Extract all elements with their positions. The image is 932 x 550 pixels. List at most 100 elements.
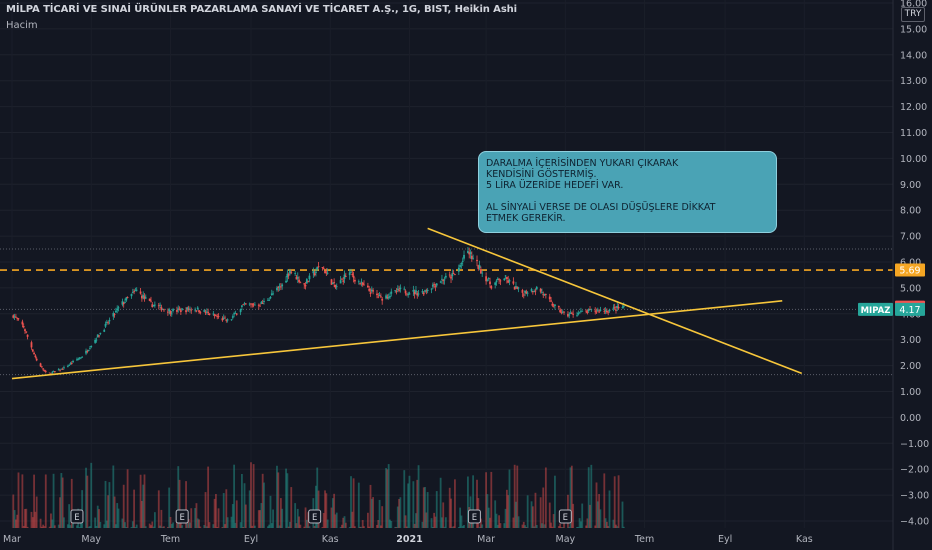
- candle-body: [169, 311, 172, 314]
- currency-badge[interactable]: TRY: [901, 7, 925, 22]
- volume-bar: [133, 489, 135, 528]
- candle-body: [342, 280, 345, 282]
- volume-bar: [426, 492, 429, 528]
- earnings-marker[interactable]: E: [558, 509, 572, 524]
- candle-body: [195, 310, 198, 312]
- candle-body: [417, 293, 420, 295]
- earnings-marker[interactable]: E: [70, 509, 84, 524]
- candle-body: [17, 318, 20, 320]
- candle-body: [350, 271, 352, 273]
- candle-body: [190, 309, 193, 311]
- candle-body: [460, 263, 463, 265]
- candle-body: [444, 275, 447, 278]
- candle-body: [572, 313, 575, 315]
- volume-bar: [344, 522, 347, 528]
- candle-body: [308, 275, 311, 280]
- candle-body: [461, 260, 464, 262]
- volume-bar: [404, 515, 407, 528]
- y-tick-label: 3.00: [900, 335, 921, 346]
- candle-body: [24, 329, 26, 332]
- earnings-marker[interactable]: E: [308, 509, 322, 524]
- volume-bar: [608, 490, 611, 528]
- earnings-marker[interactable]: E: [467, 509, 481, 524]
- candle-body: [387, 297, 390, 299]
- candle-body: [251, 303, 254, 305]
- candle-body: [454, 274, 456, 275]
- volume-bar: [272, 509, 274, 528]
- candle-body: [478, 265, 481, 268]
- candle-body: [16, 317, 19, 319]
- annotation-callout[interactable]: DARALMA İÇERİSİNDEN YUKARI ÇIKARAK KENDİ…: [478, 151, 777, 233]
- candle-body: [51, 372, 54, 374]
- candle-body: [354, 279, 356, 282]
- candle-body: [481, 272, 484, 274]
- volume-bar: [126, 469, 129, 528]
- candle-body: [90, 345, 93, 348]
- y-tick-label: 12.00: [900, 102, 927, 113]
- candle-body: [104, 323, 107, 327]
- candle-body: [87, 349, 90, 352]
- candle-body: [522, 294, 525, 296]
- candle-body: [133, 291, 135, 293]
- volume-bar: [352, 478, 355, 528]
- volume-bar: [122, 484, 125, 528]
- candle-body: [208, 313, 211, 316]
- candle-body: [25, 331, 28, 333]
- candle-body: [244, 303, 247, 305]
- candle-body: [53, 371, 56, 372]
- candle-body: [322, 268, 325, 270]
- volume-bar: [366, 512, 369, 528]
- candle-body: [61, 369, 64, 370]
- volume-bar: [454, 479, 456, 528]
- candle-body: [113, 314, 116, 316]
- candle-body: [568, 314, 571, 316]
- candle-body: [363, 284, 365, 286]
- y-tick-label: −1.00: [900, 439, 929, 450]
- candle-body: [298, 279, 300, 283]
- volume-bar: [481, 524, 484, 528]
- volume-bar: [208, 522, 211, 528]
- y-tick-label: 2.00: [900, 361, 921, 372]
- candle-body: [495, 280, 498, 283]
- volume-bar: [207, 466, 210, 528]
- y-tick-label: 9.00: [900, 180, 921, 191]
- candle-body: [40, 366, 43, 368]
- volume-bar: [190, 508, 193, 528]
- candle-body: [307, 280, 310, 282]
- candle-body: [422, 292, 425, 295]
- chart-background: [0, 0, 932, 550]
- candle-body: [35, 358, 38, 361]
- candle-body: [563, 311, 565, 313]
- candle-body: [435, 283, 438, 286]
- candle-body: [178, 309, 181, 310]
- volume-bar: [172, 522, 174, 528]
- candle-body: [599, 309, 602, 311]
- candle-body: [359, 283, 362, 285]
- candle-body: [335, 286, 338, 287]
- candle-body: [357, 281, 360, 283]
- candle-body: [434, 285, 437, 287]
- volume-bar: [86, 475, 89, 528]
- candle-body: [235, 313, 238, 315]
- candle-body: [39, 363, 42, 367]
- candle-body: [504, 275, 507, 277]
- candle-body: [72, 360, 74, 363]
- candle-body: [77, 358, 80, 360]
- candle-body: [598, 311, 601, 313]
- candle-body: [63, 367, 65, 369]
- candle-body: [595, 311, 598, 313]
- volume-bar: [490, 471, 493, 528]
- price-chart[interactable]: E E E E E −4.00 −3.00 −2.00 −1.00 0.00 1.00 2.00 3.…: [0, 0, 932, 550]
- volume-bar: [590, 464, 593, 528]
- candle-body: [207, 311, 210, 313]
- candle-body: [489, 281, 491, 285]
- candle-body: [352, 275, 355, 278]
- x-tick-label: Kas: [796, 534, 813, 545]
- earnings-marker[interactable]: E: [175, 509, 189, 524]
- candle-body: [594, 310, 597, 312]
- candle-body: [490, 286, 493, 289]
- candle-body: [570, 312, 573, 314]
- volume-bar: [90, 462, 93, 528]
- volume-bar: [25, 508, 28, 528]
- candle-body: [403, 288, 406, 290]
